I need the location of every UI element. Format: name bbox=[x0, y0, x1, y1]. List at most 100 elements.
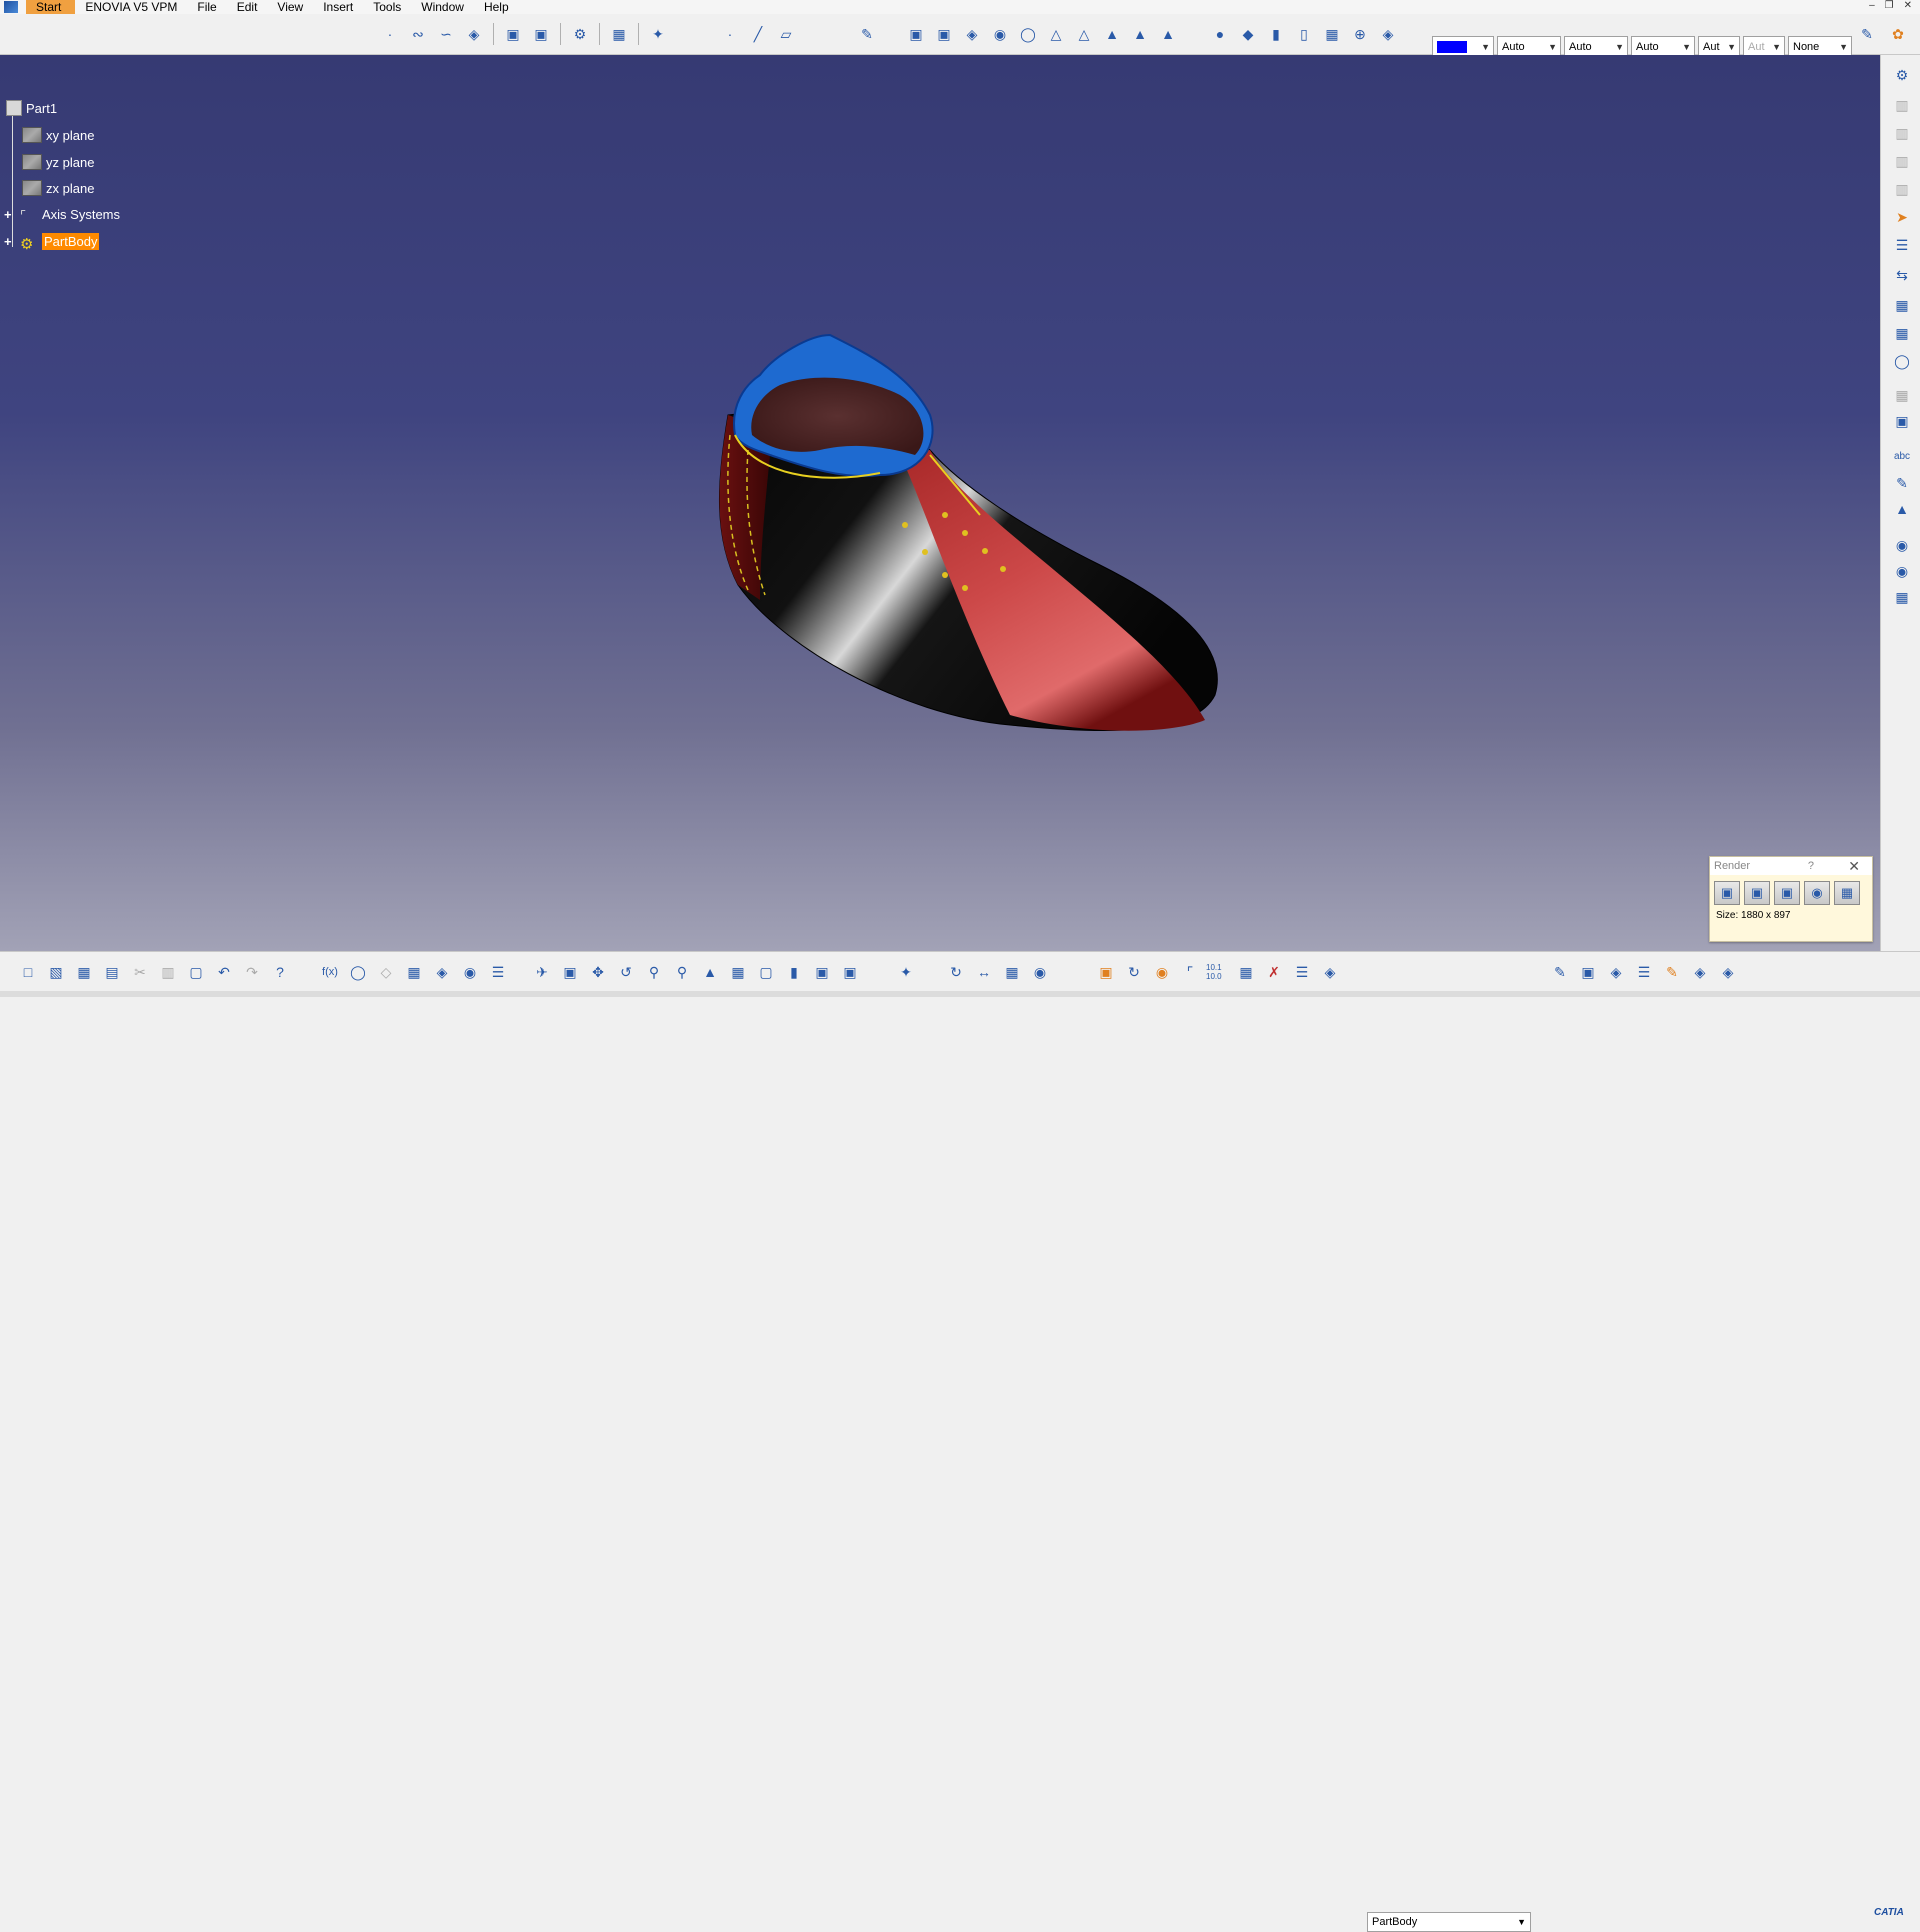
palette-icon[interactable]: ✿ bbox=[1886, 22, 1910, 46]
frame-icon[interactable]: ▣ bbox=[1891, 411, 1913, 431]
album-icon[interactable]: ▣ bbox=[1774, 881, 1800, 905]
menu-view[interactable]: View bbox=[267, 0, 313, 14]
camera-icon[interactable]: ◉ bbox=[1804, 881, 1830, 905]
save-icon[interactable]: ▦ bbox=[1834, 881, 1860, 905]
fillet-icon[interactable]: ● bbox=[1208, 22, 1232, 46]
multi-view-icon[interactable]: ▦ bbox=[726, 960, 750, 984]
tree-icon[interactable]: ◈ bbox=[430, 960, 454, 984]
weight-icon[interactable]: ◉ bbox=[1028, 960, 1052, 984]
shell-icon[interactable]: ▯ bbox=[1292, 22, 1316, 46]
pattern-icon[interactable]: ▦ bbox=[1320, 22, 1344, 46]
inertia-icon[interactable]: ▦ bbox=[1000, 960, 1024, 984]
grid-snap-icon[interactable]: ▦ bbox=[1234, 960, 1258, 984]
surface-icon[interactable]: ◈ bbox=[1688, 960, 1712, 984]
rib-icon[interactable]: △ bbox=[1044, 22, 1068, 46]
point-icon[interactable]: · bbox=[378, 22, 402, 46]
update-icon[interactable]: ↻ bbox=[944, 960, 968, 984]
refresh-icon[interactable]: ↻ bbox=[1122, 960, 1146, 984]
capture-icon[interactable]: ▣ bbox=[1714, 881, 1740, 905]
menu-insert[interactable]: Insert bbox=[313, 0, 363, 14]
minimize-icon[interactable]: – bbox=[1869, 0, 1875, 11]
material-icon[interactable]: ◈ bbox=[1376, 22, 1400, 46]
point-icon[interactable]: · bbox=[718, 22, 742, 46]
slot-icon[interactable]: △ bbox=[1072, 22, 1096, 46]
spline-icon[interactable]: ∾ bbox=[406, 22, 430, 46]
catalog-icon[interactable]: ▣ bbox=[1576, 960, 1600, 984]
line-icon[interactable]: ╱ bbox=[746, 22, 770, 46]
sketcher-icon[interactable]: ✎ bbox=[855, 22, 879, 46]
grid-icon[interactable]: ▦ bbox=[607, 22, 631, 46]
shaft-icon[interactable]: ◈ bbox=[960, 22, 984, 46]
stamp-icon[interactable]: ▲ bbox=[1891, 499, 1913, 519]
body-icon[interactable]: ◈ bbox=[1318, 960, 1342, 984]
menu-start[interactable]: Start bbox=[26, 0, 76, 14]
bodies-icon[interactable]: ▦ bbox=[1891, 295, 1913, 315]
lock-icon[interactable]: ◉ bbox=[458, 960, 482, 984]
fly-icon[interactable]: ✈ bbox=[530, 960, 554, 984]
menu-enovia[interactable]: ENOVIA V5 VPM bbox=[75, 0, 187, 14]
text-abc-icon[interactable]: abc bbox=[1891, 447, 1913, 467]
transform-icon[interactable]: ◯ bbox=[1891, 351, 1913, 371]
swap-visible-icon[interactable]: ▣ bbox=[838, 960, 862, 984]
photo-studio-icon[interactable]: ▣ bbox=[1094, 960, 1118, 984]
options-icon[interactable]: ▣ bbox=[1744, 881, 1770, 905]
brush-icon[interactable]: ✎ bbox=[1660, 960, 1684, 984]
groove-icon[interactable]: ◉ bbox=[988, 22, 1012, 46]
scale-icon[interactable]: 10.1 10.0 bbox=[1206, 960, 1230, 984]
compass-icon[interactable]: ⚙ bbox=[568, 22, 592, 46]
select-cursor-icon[interactable]: ➤ bbox=[1891, 207, 1913, 227]
comment-icon[interactable]: ◯ bbox=[346, 960, 370, 984]
globe-icon[interactable]: ◉ bbox=[1891, 561, 1913, 581]
fit-all-icon[interactable]: ▣ bbox=[558, 960, 582, 984]
chamfer-icon[interactable]: ◆ bbox=[1236, 22, 1260, 46]
pan-icon[interactable]: ✥ bbox=[586, 960, 610, 984]
tool-icon[interactable]: ✦ bbox=[646, 22, 670, 46]
pad-icon[interactable]: ▣ bbox=[904, 22, 928, 46]
measure-icon[interactable]: ⇆ bbox=[1891, 265, 1913, 285]
swirl-icon[interactable]: ◉ bbox=[1150, 960, 1174, 984]
menu-window[interactable]: Window bbox=[411, 0, 474, 14]
draft-icon[interactable]: ▮ bbox=[1264, 22, 1288, 46]
pocket-icon[interactable]: ▣ bbox=[932, 22, 956, 46]
remove-loft-icon[interactable]: ▲ bbox=[1156, 22, 1180, 46]
axis-icon[interactable]: ⌜ bbox=[1178, 960, 1202, 984]
plane-icon[interactable]: ▱ bbox=[774, 22, 798, 46]
hole-icon[interactable]: ◯ bbox=[1016, 22, 1040, 46]
axis-icon[interactable]: ⊕ bbox=[1348, 22, 1372, 46]
current-body-combo[interactable]: PartBody ▼ bbox=[1367, 1912, 1531, 1932]
undo-icon[interactable]: ↶ bbox=[212, 960, 236, 984]
shape-icon[interactable]: ▣ bbox=[501, 22, 525, 46]
close-icon[interactable]: ✕ bbox=[1848, 858, 1860, 875]
zoom-in-icon[interactable]: ⚲ bbox=[642, 960, 666, 984]
catia-app-icon[interactable] bbox=[4, 1, 18, 13]
open-icon[interactable]: ▧ bbox=[44, 960, 68, 984]
menu-tools[interactable]: Tools bbox=[363, 0, 411, 14]
help-icon[interactable]: ? bbox=[1808, 860, 1814, 872]
compass-icon[interactable]: ✦ bbox=[894, 960, 918, 984]
sphere-icon[interactable]: ◉ bbox=[1891, 535, 1913, 555]
catalog-icon[interactable]: ▦ bbox=[1891, 587, 1913, 607]
formula-icon[interactable]: f(x) bbox=[318, 960, 342, 984]
menu-edit[interactable]: Edit bbox=[227, 0, 268, 14]
surface-icon[interactable]: ◈ bbox=[462, 22, 486, 46]
paste-icon[interactable]: ▢ bbox=[184, 960, 208, 984]
format-painter-icon[interactable]: ✎ bbox=[1855, 22, 1879, 46]
restore-icon[interactable]: ❐ bbox=[1885, 0, 1894, 11]
list-icon[interactable]: ☰ bbox=[486, 960, 510, 984]
assembly-icon[interactable]: ◈ bbox=[1604, 960, 1628, 984]
zoom-out-icon[interactable]: ⚲ bbox=[670, 960, 694, 984]
loft-icon[interactable]: ▲ bbox=[1128, 22, 1152, 46]
close-icon[interactable]: ✕ bbox=[1904, 0, 1912, 11]
layers-icon[interactable]: ☰ bbox=[1891, 235, 1913, 255]
stiffener-icon[interactable]: ▲ bbox=[1100, 22, 1124, 46]
save-icon[interactable]: ▦ bbox=[72, 960, 96, 984]
pattern-icon[interactable]: ▦ bbox=[1891, 323, 1913, 343]
table-icon[interactable]: ▦ bbox=[402, 960, 426, 984]
gear-icon[interactable]: ⚙ bbox=[1891, 65, 1913, 85]
stack-icon[interactable]: ☰ bbox=[1290, 960, 1314, 984]
sketch-edit-icon[interactable]: ✎ bbox=[1548, 960, 1572, 984]
constraint-icon[interactable]: ✗ bbox=[1262, 960, 1286, 984]
normal-view-icon[interactable]: ▲ bbox=[698, 960, 722, 984]
rotate-icon[interactable]: ↺ bbox=[614, 960, 638, 984]
measure-icon[interactable]: ↔ bbox=[972, 960, 996, 984]
